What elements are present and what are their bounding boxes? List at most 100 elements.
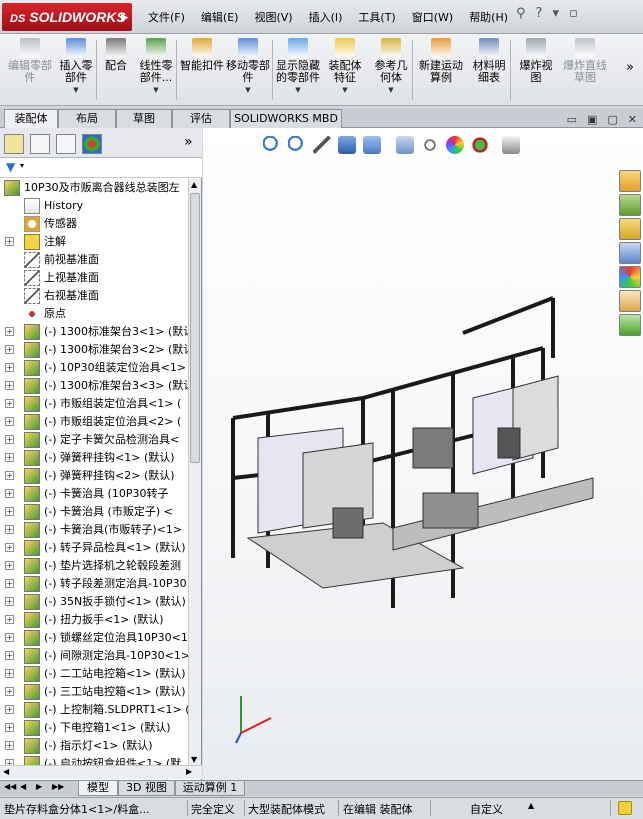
tree-node[interactable]: + (-) 1300标准架台3<2> (默认 (0, 341, 188, 359)
scroll-down-icon[interactable]: ▼ (191, 755, 197, 764)
ribbon-button[interactable]: 插入零部件 ▼ (56, 38, 96, 96)
expand-icon[interactable]: + (5, 597, 14, 606)
scroll-right-icon[interactable]: ▶ (186, 767, 192, 776)
tile-icon[interactable]: ▣ (587, 113, 597, 126)
edit-appearance-icon[interactable] (446, 136, 464, 154)
display-style-icon[interactable] (396, 136, 414, 154)
restore-icon[interactable]: ▭ (567, 113, 577, 126)
feature-manager-tab-icon[interactable] (4, 134, 24, 154)
tree-node[interactable]: + (-) 转子段差测定治具-10P30 (0, 575, 188, 593)
file-explorer-icon[interactable] (619, 242, 641, 264)
expand-icon[interactable]: + (5, 687, 14, 696)
section-view-icon[interactable] (338, 136, 356, 154)
menu-item[interactable]: 工具(T) (350, 6, 403, 28)
apply-scene-icon[interactable] (471, 136, 489, 154)
tree-node[interactable]: 原点 (0, 305, 188, 323)
expand-icon[interactable]: + (5, 381, 14, 390)
tree-node[interactable]: + (-) 弹簧秤挂钩<2> (默认) (0, 467, 188, 485)
tree-node[interactable]: + (-) 卡簧治具(市贩转子)<1> (0, 521, 188, 539)
tree-node[interactable]: 10P30及市贩离合器线总装图左 (0, 179, 188, 197)
expand-icon[interactable]: + (5, 615, 14, 624)
command-tab[interactable]: 草图 (116, 109, 172, 128)
expand-icon[interactable]: + (5, 417, 14, 426)
tree-node[interactable]: 右视基准面 (0, 287, 188, 305)
custom-properties-icon[interactable] (619, 290, 641, 312)
tree-node[interactable]: + (-) 卡簧治具 (市贩定子) < (0, 503, 188, 521)
menu-item[interactable]: 编辑(E) (193, 6, 247, 28)
ribbon-button[interactable]: 显示隐藏的零部件 ▼ (276, 38, 320, 96)
expand-icon[interactable]: + (5, 633, 14, 642)
home-icon[interactable] (619, 170, 641, 192)
ribbon-button[interactable]: 线性零部件... ▼ (135, 38, 177, 96)
expand-icon[interactable]: + (5, 471, 14, 480)
tree-node[interactable]: History (0, 197, 188, 215)
scroll-left-icon[interactable]: ◀ (3, 767, 9, 776)
expand-icon[interactable]: + (5, 561, 14, 570)
tree-node[interactable]: + (-) 上控制箱.SLDPRT1<1> ( (0, 701, 188, 719)
tree-node[interactable]: + (-) 1300标准架台3<3> (默认 (0, 377, 188, 395)
tree-horizontal-scrollbar[interactable]: ◀ ▶ (0, 765, 202, 779)
menu-item[interactable]: 帮助(H) (461, 6, 516, 28)
hide-show-items-icon[interactable] (421, 136, 439, 154)
dropdown-caret-icon[interactable]: ▼ (56, 84, 96, 96)
expand-icon[interactable]: + (5, 399, 14, 408)
property-manager-tab-icon[interactable] (30, 134, 50, 154)
expand-icon[interactable]: + (5, 345, 14, 354)
filter-icon[interactable]: ▼ (6, 160, 15, 174)
expand-icon[interactable]: + (5, 543, 14, 552)
tab-scroll-icon[interactable]: ◀ (20, 782, 26, 791)
previous-view-icon[interactable] (313, 136, 331, 154)
tree-node[interactable]: + (-) 市贩组装定位治具<2> ( (0, 413, 188, 431)
expand-icon[interactable]: + (5, 489, 14, 498)
dropdown-caret-icon[interactable]: ▼ (324, 84, 366, 96)
ribbon-button[interactable]: 装配体特征 ▼ (324, 38, 366, 96)
ribbon-button[interactable]: 材料明细表 (468, 38, 510, 84)
expand-icon[interactable]: + (5, 237, 14, 246)
tree-node[interactable]: + (-) 定子卡簧欠品检测治具< (0, 431, 188, 449)
tree-node[interactable]: + (-) 指示灯<1> (默认) (0, 737, 188, 755)
chevron-down-icon[interactable]: ▾ (552, 6, 559, 21)
command-tab[interactable]: SOLIDWORKS MBD (230, 109, 342, 128)
scroll-up-icon[interactable]: ▲ (191, 180, 197, 189)
scroll-thumb[interactable] (190, 193, 200, 463)
tree-node[interactable]: + (-) 10P30组装定位治具<1> (0, 359, 188, 377)
tab-scroll-icon[interactable]: ▶▶ (52, 782, 64, 791)
tree-node[interactable]: 传感器 (0, 215, 188, 233)
ribbon-more-icon[interactable]: » (626, 60, 634, 75)
expand-icon[interactable]: + (5, 669, 14, 678)
tree-node[interactable]: + (-) 弹簧秤挂钩<1> (默认) (0, 449, 188, 467)
ribbon-button[interactable]: 配合 (100, 38, 132, 72)
menu-item[interactable]: 视图(V) (246, 6, 300, 28)
dropdown-caret-icon[interactable]: ▼ (370, 84, 412, 96)
ribbon-button[interactable]: 智能扣件 (180, 38, 224, 72)
panel-expand-icon[interactable]: » (184, 134, 193, 150)
ribbon-button[interactable]: 爆炸直线草图 (562, 38, 608, 84)
expand-icon[interactable]: + (5, 525, 14, 534)
resources-icon[interactable] (619, 194, 641, 216)
expand-icon[interactable]: + (5, 579, 14, 588)
dropdown-caret-icon[interactable]: ▼ (135, 84, 177, 96)
ribbon-button[interactable]: 编辑零部件 (8, 38, 52, 84)
ribbon-button[interactable]: 新建运动算例 (418, 38, 464, 84)
command-tab[interactable]: 装配体 (4, 109, 58, 128)
filter-dropdown-icon[interactable]: ▾ (20, 161, 24, 170)
tree-node[interactable]: 上视基准面 (0, 269, 188, 287)
tab-scroll-icon[interactable]: ◀◀ (4, 782, 16, 791)
expand-icon[interactable]: + (5, 651, 14, 660)
expand-icon[interactable]: + (5, 453, 14, 462)
units-dropdown-icon[interactable]: ▲ (528, 801, 534, 810)
minimize-icon[interactable]: ▫ (569, 6, 578, 21)
expand-icon[interactable]: + (5, 705, 14, 714)
tree-node[interactable]: + (-) 1300标准架台3<1> (默认 (0, 323, 188, 341)
configuration-manager-tab-icon[interactable] (56, 134, 76, 154)
tree-node[interactable]: + (-) 三工站电控箱<1> (默认) (0, 683, 188, 701)
expand-icon[interactable]: + (5, 327, 14, 336)
solidworks-logo[interactable]: DS SOLIDWORKS ▶ (2, 3, 132, 31)
tree-node[interactable]: + (-) 下电控箱1<1> (默认) (0, 719, 188, 737)
bottom-tab[interactable]: 3D 视图 (118, 781, 175, 796)
bottom-tab[interactable]: 模型 (78, 781, 118, 796)
help-icon[interactable]: ? (536, 6, 543, 21)
expand-icon[interactable]: + (5, 435, 14, 444)
view-settings-icon[interactable] (502, 136, 520, 154)
forum-icon[interactable] (619, 314, 641, 336)
